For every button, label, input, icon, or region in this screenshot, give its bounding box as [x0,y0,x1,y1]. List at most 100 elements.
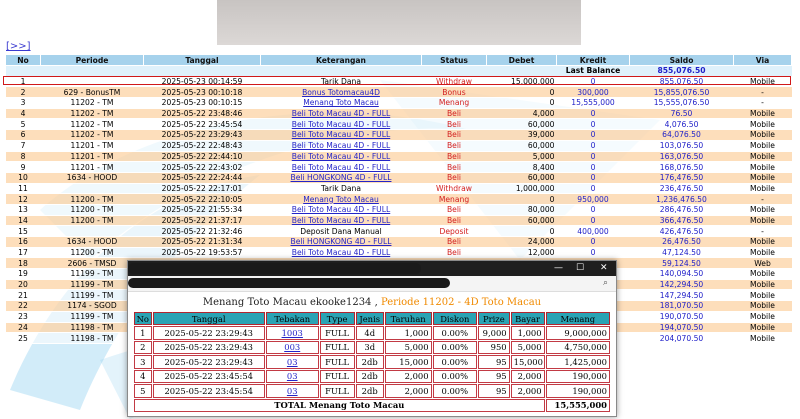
column-header: No [5,54,41,66]
row-saldo: 168,076.50 [629,161,734,173]
row-keterangan[interactable]: Beli Toto Macau 4D - FULL [260,118,422,131]
row-status: Beli [421,161,487,173]
row-debet: 0 [486,193,557,205]
row-kredit: 0 [556,236,630,248]
row-via: Mobile [733,268,792,280]
row-keterangan[interactable]: Beli Toto Macau 4D - FULL [260,140,422,152]
row-kredit: 400,000 [556,225,630,237]
table-row: 9 11201 - TM 2025-05-22 22:43:02 Beli Toto … [5,161,792,173]
winning-jenis: 2db [355,384,384,398]
row-keterangan[interactable]: Beli Toto Macau 4D - FULL [260,204,422,216]
winning-no: 4 [134,369,152,383]
row-keterangan[interactable]: Menang Toto Macau [260,193,422,205]
row-via: Mobile [733,332,792,344]
row-saldo: 190,070.50 [629,311,734,323]
row-periode: 11201 - TM [40,161,144,173]
total-row: TOTAL Menang Toto Macau 15,555,000 [134,398,610,412]
row-tanggal: 2025-05-22 21:31:34 [143,236,261,248]
winning-row: 3 2025-05-22 23:29:43 03 FULL 2db 15,000 0.00%… [134,355,610,369]
column-header: Type [319,312,355,325]
row-saldo: 1,236,476.50 [629,193,734,205]
row-number: 18 [5,257,41,270]
row-via: Web [733,257,792,270]
row-keterangan[interactable]: Beli Toto Macau 4D - FULL [260,129,422,141]
row-keterangan[interactable]: Beli Toto Macau 4D - FULL [260,151,422,163]
row-keterangan[interactable]: Beli HONGKONG 4D - FULL [260,172,422,184]
column-header: Menang [545,312,610,325]
row-keterangan[interactable]: Beli Toto Macau 4D - FULL [260,247,422,259]
row-status: Beli [421,129,487,141]
row-keterangan[interactable]: Menang Toto Macau [260,97,422,109]
winning-tebakan[interactable]: 03 [265,369,319,383]
row-debet: 0 [486,86,557,99]
row-number: 7 [5,140,41,152]
row-keterangan[interactable]: Bonus Totomacau4D [260,86,422,99]
row-keterangan: Deposit Dana Manual [260,225,422,237]
row-via: Mobile [733,215,792,227]
row-saldo: 76.50 [629,108,734,120]
column-header: Kredit [556,54,630,66]
winning-taruhan: 15,000 [384,355,432,369]
next-page-link[interactable]: [>>] [6,41,31,52]
row-saldo: 204,070.50 [629,332,734,344]
row-number: 25 [5,332,41,344]
winning-no: 1 [134,326,152,340]
row-via: Mobile [733,118,792,131]
winning-taruhan: 2,000 [384,369,432,383]
winning-type: FULL [319,326,355,340]
row-number: 20 [5,279,41,291]
row-via: - [733,97,792,109]
row-tanggal: 2025-05-22 23:48:46 [143,108,261,120]
row-number: 22 [5,300,41,312]
winning-bayar: 15,000 [510,355,545,369]
maximize-icon[interactable]: ☐ [576,263,584,273]
row-status: Beli [421,215,487,227]
row-status: Beli [421,204,487,216]
row-debet: 39,000 [486,129,557,141]
winning-tebakan[interactable]: 03 [265,384,319,398]
row-keterangan: Tarik Dana [260,183,422,195]
row-tanggal: 2025-05-22 22:17:01 [143,183,261,195]
row-saldo: 4,076.50 [629,118,734,131]
winning-type: FULL [319,369,355,383]
row-keterangan[interactable]: Beli Toto Macau 4D - FULL [260,108,422,120]
winning-tebakan[interactable]: 03 [265,355,319,369]
winning-row: 5 2025-05-22 23:45:54 03 FULL 2db 2,000 0.00% 9… [134,384,610,398]
row-keterangan[interactable]: Beli Toto Macau 4D - FULL [260,215,422,227]
winning-menang: 1,425,000 [545,355,610,369]
row-debet: 24,000 [486,236,557,248]
row-tanggal: 2025-05-22 22:10:05 [143,193,261,205]
column-header: Taruhan [384,312,432,325]
winning-prize: 95 [478,384,510,398]
row-kredit: 0 [556,204,630,216]
row-tanggal: 2025-05-22 23:29:43 [143,129,261,141]
winning-bayar: 2,000 [510,369,545,383]
close-icon[interactable]: ✕ [600,263,608,273]
row-debet: 60,000 [486,215,557,227]
winning-tebakan[interactable]: 1003 [265,326,319,340]
row-debet: 0 [486,225,557,237]
zoom-icon[interactable]: ⌕ [603,278,608,288]
winning-type: FULL [319,384,355,398]
winning-tebakan[interactable]: 003 [265,340,319,354]
row-kredit: 15,555,000 [556,97,630,109]
winning-jenis: 2db [355,355,384,369]
row-keterangan[interactable]: Beli HONGKONG 4D - FULL [260,236,422,248]
winning-taruhan: 1,000 [384,326,432,340]
winning-menang: 190,000 [545,369,610,383]
last-balance-label: Last Balance [556,65,630,77]
row-keterangan[interactable]: Beli Toto Macau 4D - FULL [260,161,422,173]
row-periode: 11201 - TM [40,140,144,152]
row-saldo: 15,555,076.50 [629,97,734,109]
row-via: Mobile [733,76,792,88]
top-banner [217,0,581,45]
row-kredit: 0 [556,118,630,131]
table-header: No Periode Tanggal Keterangan Status Deb… [5,54,792,66]
minimize-icon[interactable]: — [554,263,563,273]
row-number: 10 [5,172,41,184]
winning-tanggal: 2025-05-22 23:45:54 [152,369,265,383]
row-number: 21 [5,289,41,302]
table-row: 17 11200 - TM 2025-05-22 19:53:57 Beli Toto… [5,247,792,259]
winning-jenis: 3d [355,340,384,354]
table-row: 7 11201 - TM 2025-05-22 22:48:43 Beli Toto … [5,140,792,152]
